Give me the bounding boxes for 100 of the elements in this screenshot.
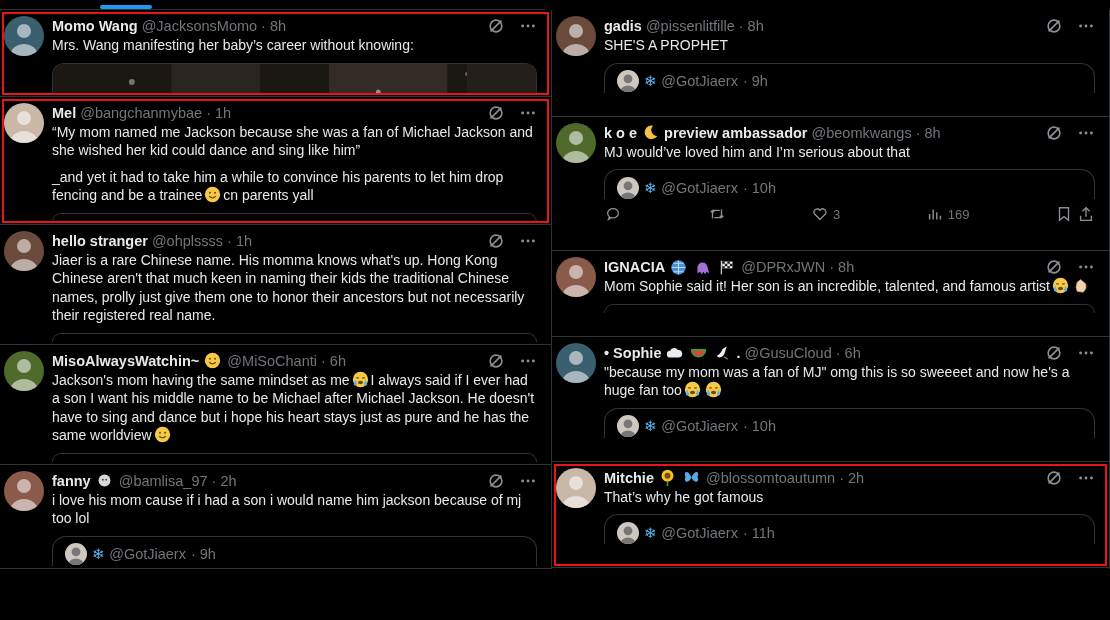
tweet[interactable]: k o e preview ambassador @beomkwangs · 8h MJ would’ve loved him and I’m serious about that ❄ @GotJiaerx · 10h 3 169: [552, 116, 1109, 252]
user-handle[interactable]: @beomkwangs: [811, 124, 912, 141]
post-time[interactable]: · 2h: [211, 472, 237, 489]
user-handle[interactable]: @pissenlitfille: [645, 18, 735, 34]
post-time: · 10h: [742, 418, 776, 435]
post-time[interactable]: · 2h: [839, 469, 865, 486]
post-time: · 11h: [742, 524, 775, 541]
post-time[interactable]: · 6h: [835, 344, 861, 361]
face-icon: [204, 352, 222, 369]
tweet[interactable]: • Sophie . @GusuCloud · 6h "because my mom was a fan of MJ" omg this is so sweeeet and now he's a huge fan too ❄ @GotJiaerx · 10h: [552, 336, 1109, 462]
slashed-circle-icon[interactable]: [1045, 17, 1063, 35]
avatar-icon: [617, 521, 639, 544]
tweet-text: “My mom named me Jackson because she was a fan of Michael Jackson and she wished her kid could dance and sing like him”: [52, 122, 534, 160]
user-name[interactable]: Mitchie: [604, 469, 702, 487]
user-handle: @GotJiaerx: [661, 418, 738, 435]
quote-card[interactable]: ❄ @GotJiaerx · 9h: [52, 535, 537, 566]
crying-face-icon: [1051, 277, 1069, 295]
user-handle[interactable]: @bangchanmybae: [80, 104, 203, 121]
face-icon: [204, 186, 222, 203]
avatar-icon: [65, 543, 87, 565]
slashed-circle-icon[interactable]: [1045, 258, 1063, 277]
user-handle[interactable]: @ohplssss: [151, 232, 224, 249]
user-name[interactable]: Mel: [52, 104, 77, 121]
post-time[interactable]: · 8h: [261, 18, 287, 34]
user-handle[interactable]: @blossomtoautumn: [705, 469, 836, 486]
reply-icon[interactable]: [604, 205, 622, 224]
tweet[interactable]: Mitchie @blossomtoautumn · 2h That’s why he got famous ❄ @GotJiaerx · 11h: [552, 461, 1109, 569]
user-handle: @GotJiaerx: [661, 73, 738, 89]
user-handle[interactable]: @JacksonsMomo: [141, 18, 258, 34]
snowflake-mark: ❄: [644, 179, 657, 196]
post-time[interactable]: · 1h: [206, 104, 232, 121]
slashed-circle-icon[interactable]: [1045, 343, 1063, 362]
post-time[interactable]: · 6h: [321, 352, 346, 369]
user-name[interactable]: gadis: [604, 18, 642, 34]
avatar-icon: [617, 70, 639, 92]
crying-face-icon: [683, 381, 701, 399]
post-time[interactable]: · 8h: [829, 259, 855, 276]
avatar-icon[interactable]: [556, 16, 596, 56]
quote-card[interactable]: ❄ @GotJiaerx · 9h: [604, 62, 1095, 93]
snowflake-mark: ❄: [644, 418, 657, 435]
snowflake-mark: ❄: [92, 546, 105, 562]
user-handle[interactable]: @bamlisa_97: [118, 472, 208, 489]
slashed-circle-icon[interactable]: [487, 103, 505, 122]
snowflake-mark: ❄: [644, 524, 657, 541]
user-handle[interactable]: @GusuCloud: [744, 344, 832, 361]
quote-card[interactable]: ❄ @GotJiaerx · 10h: [604, 169, 1095, 200]
avatar-icon: [617, 176, 639, 199]
user-handle: @GotJiaerx: [661, 179, 738, 196]
user-handle: @GotJiaerx: [109, 546, 186, 562]
face-icon: [153, 426, 171, 443]
quote-card[interactable]: ❄ @GotJiaerx · 10h: [604, 407, 1095, 438]
slashed-circle-icon[interactable]: [487, 231, 505, 250]
globe-icon: [670, 258, 688, 276]
user-handle[interactable]: @MiSoChanti: [227, 352, 317, 369]
tweet[interactable]: Momo Wang @JacksonsMomo · 8h Mrs. Wang manifesting her baby’s career without knowing:: [0, 10, 551, 97]
view-count: 169: [947, 206, 970, 222]
user-name[interactable]: MisoAlwaysWatchin~: [52, 352, 224, 369]
avatar-icon[interactable]: [556, 122, 596, 163]
avatar-icon[interactable]: [4, 102, 44, 143]
user-name[interactable]: Momo Wang: [52, 18, 138, 34]
avatar-icon[interactable]: [4, 350, 44, 391]
tab-indicator: [100, 5, 152, 9]
tweet[interactable]: fanny @bamlisa_97 · 2h i love his mom cause if i had a son i would name him jackson because of mj too lol ❄ @GotJiaerx · 9h: [0, 464, 551, 569]
user-name[interactable]: hello stranger: [52, 232, 148, 249]
slashed-circle-icon[interactable]: [1045, 123, 1063, 142]
slashed-circle-icon[interactable]: [487, 351, 505, 370]
user-handle[interactable]: @DPRxJWN: [741, 259, 826, 276]
post-time[interactable]: · 1h: [227, 232, 253, 249]
post-time[interactable]: · 8h: [915, 124, 941, 141]
tweet[interactable]: IGNACIA @DPRxJWN · 8h Mom Sophie said it! Her son is an incredible, talented, and famous artist: [552, 251, 1109, 337]
tweet-text: MJ would’ve loved him and I’m serious about that: [604, 142, 911, 162]
quote-card[interactable]: ❄ @GotJiaerx · 11h: [604, 514, 1095, 545]
crying-face-icon: [704, 381, 722, 399]
avatar-icon[interactable]: [4, 470, 44, 511]
user-handle: @GotJiaerx: [661, 524, 738, 541]
slashed-circle-icon[interactable]: [1045, 468, 1063, 487]
avatar-icon[interactable]: [4, 230, 44, 271]
post-time[interactable]: · 8h: [738, 18, 764, 34]
avatar-icon[interactable]: [556, 467, 596, 508]
avatar-icon[interactable]: [4, 16, 44, 56]
user-name[interactable]: k o e preview ambassador: [604, 124, 808, 142]
avatar-icon[interactable]: [556, 342, 596, 383]
post-time: · 9h: [190, 546, 216, 562]
tweet-text: "because my mom was a fan of MJ" omg this is so sweeeet and now he's a huge fan too: [604, 362, 1071, 400]
avatar-icon[interactable]: [556, 257, 596, 298]
tweet-text: i love his mom cause if i had a son i would name him jackson because of mj too lol: [52, 490, 523, 528]
tweet-text: SHE'S A PROPHET: [604, 36, 730, 55]
user-name[interactable]: IGNACIA: [604, 258, 738, 276]
slashed-circle-icon[interactable]: [487, 471, 505, 490]
tweet-text: Mom Sophie said it! Her son is an incredible, talented, and famous artist: [604, 277, 1095, 296]
crying-face-icon: [351, 370, 369, 388]
user-name[interactable]: fanny: [52, 472, 115, 489]
post-time: · 10h: [742, 179, 776, 196]
slashed-circle-icon[interactable]: [487, 17, 505, 35]
tweet[interactable]: gadis @pissenlitfille · 8h SHE'S A PROPHET ❄ @GotJiaerx · 9h: [552, 10, 1109, 117]
tweet-text: Mrs. Wang manifesting her baby’s career without knowing:: [52, 36, 415, 55]
user-name[interactable]: • Sophie .: [604, 344, 741, 362]
tweet-text: Jackson's mom having the same mindset as me I always said if I ever had a son I want his middle name to be Michael after Michael Jackson. He doesn't have to sing and dance but i hope his heart stays just as pure and he has the same worldview: [52, 370, 536, 445]
share-icon[interactable]: [1077, 205, 1095, 224]
tweet[interactable]: [0, 96, 551, 225]
